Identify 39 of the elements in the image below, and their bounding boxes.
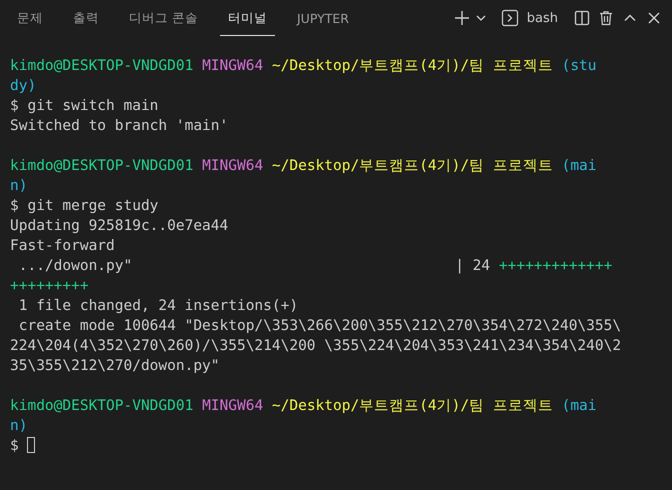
panel-tab[interactable]: 출력 — [65, 0, 107, 36]
path-text: ~/Desktop/부트캠프(4기)/팀 프로젝트 — [272, 398, 554, 414]
system-text: MINGW64 — [202, 158, 264, 174]
output-text: $ — [10, 438, 20, 454]
plus-icon[interactable] — [452, 9, 471, 27]
user-host-text: kimdo@DESKTOP-VNDGD01 — [10, 58, 194, 74]
diffstat-text: +++++++++++++ — [498, 258, 612, 274]
output-text: 224\204(4\352\270\260)/\355\214\200 \355\224\204\353\241\234\354\240\2 — [10, 338, 622, 354]
user-host-text: kimdo@DESKTOP-VNDGD01 — [10, 158, 194, 174]
output-text: $ git switch main — [10, 98, 158, 114]
output-text: Switched to branch 'main' — [10, 118, 228, 134]
output-text: Updating 925819c..0e7ea44 — [10, 218, 228, 234]
branch-text: n) — [10, 178, 28, 194]
split-icon[interactable] — [574, 10, 590, 26]
branch-text: n) — [10, 418, 28, 434]
terminal-icon[interactable] — [500, 9, 519, 27]
output-text: $ git merge study — [10, 198, 158, 214]
panel-tab[interactable]: 문제 — [9, 0, 51, 36]
system-text: MINGW64 — [202, 398, 264, 414]
path-text: ~/Desktop/부트캠프(4기)/팀 프로젝트 — [272, 158, 554, 174]
output-text: 35\355\212\270/dowon.py" — [10, 358, 220, 374]
shell-name[interactable]: bash — [526, 10, 558, 26]
output-text: Fast-forward — [10, 238, 115, 254]
panel-tab[interactable]: 터미널 — [220, 0, 275, 36]
branch-text: (mai — [562, 158, 597, 174]
trash-icon[interactable] — [598, 10, 614, 26]
path-text: ~/Desktop/부트캠프(4기)/팀 프로젝트 — [272, 58, 554, 74]
system-text: MINGW64 — [202, 58, 264, 74]
branch-text: dy) — [10, 78, 36, 94]
output-text: 1 file changed, 24 insertions(+) — [18, 298, 298, 314]
user-host-text: kimdo@DESKTOP-VNDGD01 — [10, 398, 194, 414]
branch-text: (stu — [562, 58, 597, 74]
branch-text: (mai — [562, 398, 597, 414]
panel-tab[interactable]: JUPYTER — [288, 0, 357, 36]
diffstat-text: +++++++++ — [10, 278, 89, 294]
panel-tab[interactable]: 디버그 콘솔 — [121, 0, 206, 36]
output-text: create mode 100644 "Desktop/\353\266\200\355\212\270\354\272\240\355\ — [18, 318, 622, 334]
output-text: .../dowon.py" | 24 — [18, 258, 492, 274]
close-icon[interactable] — [646, 10, 662, 26]
